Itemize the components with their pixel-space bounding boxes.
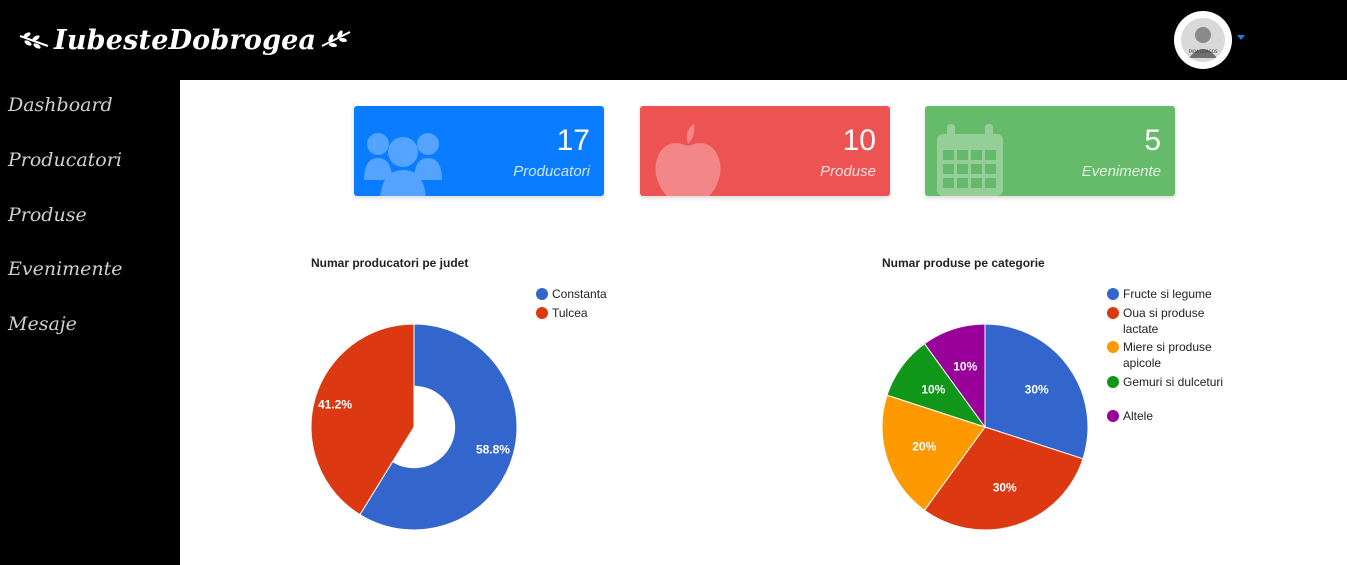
chart2-legend-swatch — [1107, 376, 1119, 388]
sidebar-item-producatori[interactable]: Producatori — [8, 149, 122, 171]
chart2-legend-label: Altele — [1123, 409, 1154, 423]
producatori-pie-chart: 58.8% 41.2% — [310, 323, 518, 531]
produse-card[interactable]: 10 Produse — [640, 106, 890, 196]
apple-icon — [655, 124, 721, 196]
chart2-slice-label: 20% — [912, 440, 936, 454]
chart1-slice-label: 41.2% — [318, 398, 352, 412]
evenimente-card[interactable]: 5 Evenimente — [925, 106, 1175, 196]
chart2-legend-label: Gemuri si dulceturi — [1123, 375, 1224, 389]
chart2-legend-label: Oua si produse lactate — [1123, 306, 1205, 336]
produse-count: 10 — [842, 124, 876, 157]
sidebar-item-mesaje[interactable]: Mesaje — [8, 313, 77, 335]
user-avatar[interactable]: FADA DRAGOS — [1174, 11, 1232, 69]
chart2-legend-label: Fructe si legume — [1123, 287, 1212, 301]
chart2-legend-swatch — [1107, 288, 1119, 300]
chart1-legend-label: Tulcea — [552, 306, 588, 320]
evenimente-count: 5 — [1144, 124, 1161, 157]
producatori-card[interactable]: 17 Producatori — [354, 106, 604, 196]
left-sprig-icon — [19, 32, 49, 49]
brand-name: IubesteDobrogea — [54, 24, 317, 56]
chart2-legend-swatch — [1107, 307, 1119, 319]
chart2-slice-label: 30% — [1025, 382, 1049, 396]
brand-logo[interactable]: IubesteDobrogea — [18, 18, 352, 62]
chart2-title: Numar produse pe categorie — [882, 256, 1045, 270]
chart2-legend-label: Miere si produse apicole — [1123, 340, 1212, 370]
users-icon — [364, 133, 442, 196]
producatori-label: Producatori — [513, 163, 590, 180]
sidebar: Dashboard Producatori Produse Evenimente… — [0, 80, 180, 565]
chart2-slice-label: 10% — [953, 359, 977, 373]
sidebar-item-produse[interactable]: Produse — [8, 204, 87, 226]
top-bar: IubesteDobrogea FADA DRAGOS — [0, 0, 1347, 80]
chart2-slice-label: 30% — [993, 481, 1017, 495]
sidebar-item-evenimente[interactable]: Evenimente — [8, 258, 123, 280]
evenimente-label: Evenimente — [1081, 163, 1161, 180]
calendar-icon — [937, 124, 1003, 196]
chart2-slice-label: 10% — [921, 382, 945, 396]
produse-label: Produse — [820, 163, 876, 180]
chart1-legend-swatch — [536, 288, 548, 300]
user-menu-caret-icon[interactable] — [1237, 35, 1245, 40]
avatar-caption: FADA DRAGOS — [1188, 49, 1218, 54]
avatar-image: FADA DRAGOS — [1181, 18, 1225, 62]
produse-pie-chart: 30% 30% 20% 10% 10% — [881, 323, 1089, 531]
chart2-legend-swatch — [1107, 341, 1119, 353]
chart2-legend-swatch — [1107, 410, 1119, 422]
chart1-legend-label: Constanta — [552, 287, 607, 301]
right-sprig-icon — [321, 30, 351, 48]
chart1-slice-label: 58.8% — [476, 442, 510, 456]
chart1-legend-swatch — [536, 307, 548, 319]
producatori-count: 17 — [556, 124, 590, 157]
chart1-title: Numar producatori pe judet — [311, 256, 469, 270]
sidebar-item-dashboard[interactable]: Dashboard — [8, 94, 113, 116]
